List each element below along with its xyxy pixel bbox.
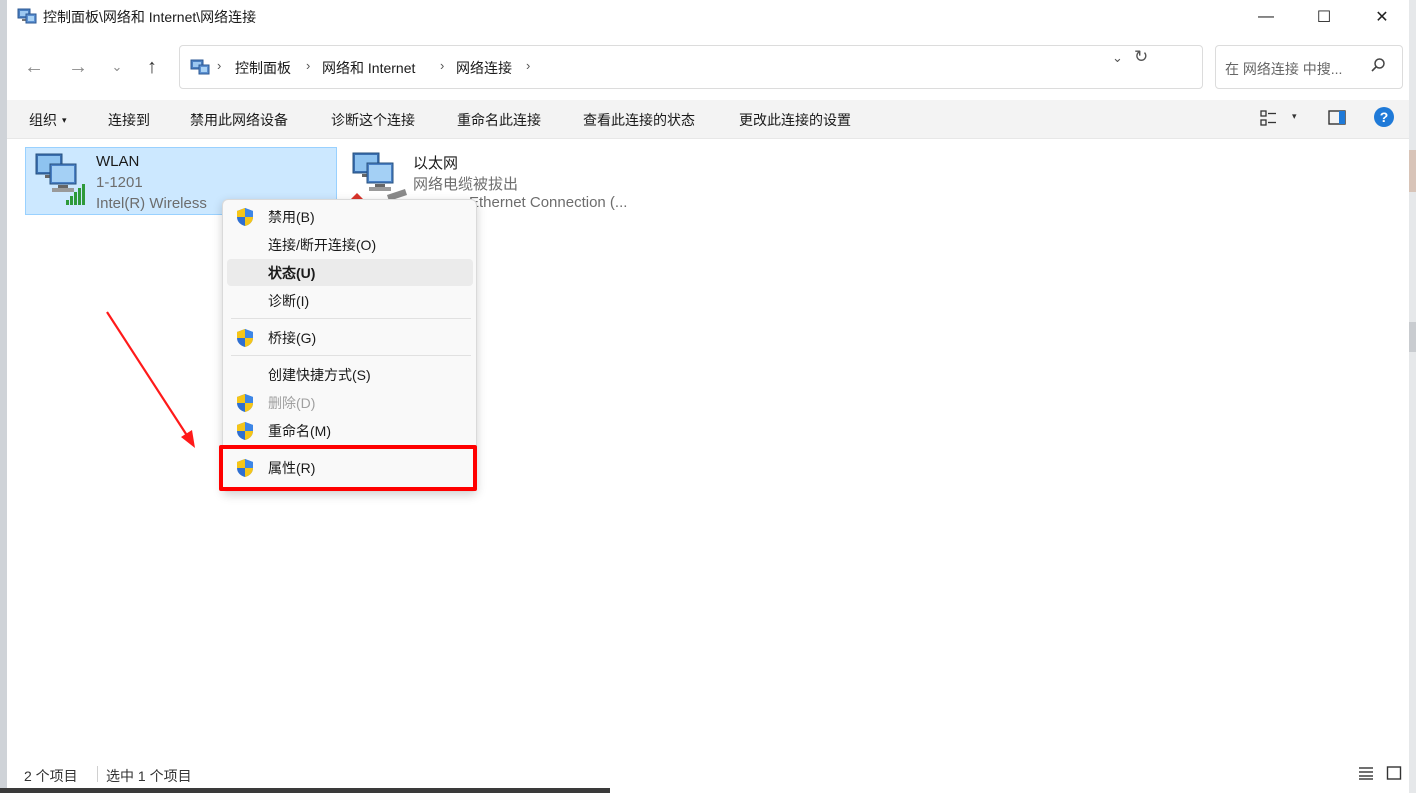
up-button[interactable]: ↑ xyxy=(138,53,166,81)
chevron-down-icon[interactable]: ▾ xyxy=(1292,111,1297,122)
search-icon[interactable] xyxy=(1370,57,1386,73)
desktop-edge-mark xyxy=(1409,322,1416,352)
command-bar: 组织 ▾ 连接到 禁用此网络设备 诊断这个连接 重命名此连接 查看此连接的状态 更… xyxy=(7,100,1409,139)
connection-device: Intel(R) Wireless xyxy=(96,195,207,212)
menu-item-diagnose[interactable]: 诊断(I) xyxy=(227,287,473,314)
close-button[interactable]: ✕ xyxy=(1353,0,1409,33)
chevron-down-icon: ▾ xyxy=(62,115,67,125)
back-button[interactable]: ← xyxy=(20,53,48,81)
selected-count: 选中 1 个项目 xyxy=(106,768,192,784)
network-folder-icon xyxy=(190,59,210,75)
network-folder-icon xyxy=(17,8,37,24)
search-input[interactable]: 在 网络连接 中搜... xyxy=(1215,45,1403,89)
connection-name: 以太网 xyxy=(413,155,459,172)
desktop-edge-mark xyxy=(1409,150,1416,192)
menu-item-create-shortcut[interactable]: 创建快捷方式(S) xyxy=(227,361,473,388)
uac-shield-icon xyxy=(235,328,255,348)
connection-device: Ethernet Connection (... xyxy=(469,194,628,211)
address-dropdown-icon[interactable]: ⌄ xyxy=(1112,50,1123,66)
menu-item-label: 删除(D) xyxy=(268,395,316,411)
menu-item-label: 禁用(B) xyxy=(268,209,315,225)
breadcrumb-network-internet[interactable]: 网络和 Internet xyxy=(322,58,415,78)
refresh-icon[interactable]: ↻ xyxy=(1134,47,1148,67)
breadcrumb-network-connections[interactable]: 网络连接 xyxy=(456,58,512,78)
breadcrumb-separator: › xyxy=(217,58,222,73)
connection-status: 网络电缆被拔出 xyxy=(413,176,519,193)
help-icon[interactable]: ? xyxy=(1374,107,1394,127)
menu-item-disable[interactable]: 禁用(B) xyxy=(227,203,473,230)
menu-item-label: 诊断(I) xyxy=(268,293,310,309)
view-status-button[interactable]: 查看此连接的状态 xyxy=(583,110,695,130)
connections-view: WLAN 1-1201 Intel(R) Wireless 以太网 网络电缆被拔… xyxy=(7,139,1409,754)
rename-connection-button[interactable]: 重命名此连接 xyxy=(457,110,541,130)
status-bar: 2 个项目 选中 1 个项目 xyxy=(7,754,1409,788)
menu-item-rename[interactable]: 重命名(M) xyxy=(227,417,473,444)
menu-item-status[interactable]: 状态(U) xyxy=(227,259,473,286)
forward-button[interactable]: → xyxy=(64,53,92,81)
desktop-edge-left xyxy=(0,0,7,793)
menu-item-label: 创建快捷方式(S) xyxy=(268,367,371,383)
minimize-button[interactable]: — xyxy=(1237,0,1295,33)
maximize-button[interactable]: ☐ xyxy=(1295,0,1353,33)
menu-item-bridge[interactable]: 桥接(G) xyxy=(227,324,473,351)
search-placeholder: 在 网络连接 中搜... xyxy=(1225,61,1343,77)
wifi-network-icon xyxy=(35,153,85,205)
recent-locations-button[interactable]: ⌄ xyxy=(103,53,131,81)
large-icons-view-icon[interactable] xyxy=(1386,766,1402,780)
details-view-icon[interactable] xyxy=(1358,766,1374,780)
annotation-highlight-box xyxy=(219,445,477,491)
menu-item-label: 状态(U) xyxy=(268,265,316,281)
desktop-edge-right xyxy=(1409,0,1416,793)
view-options-icon[interactable] xyxy=(1260,109,1278,127)
address-bar[interactable]: › 控制面板 › 网络和 Internet › 网络连接 › ⌄ ↻ xyxy=(179,45,1203,89)
connect-to-button[interactable]: 连接到 xyxy=(108,110,150,130)
breadcrumb-separator: › xyxy=(306,58,311,73)
organize-button[interactable]: 组织 ▾ xyxy=(29,110,67,130)
menu-item-delete: 删除(D) xyxy=(227,389,473,416)
menu-item-label: 重命名(M) xyxy=(268,423,331,439)
connection-name: WLAN xyxy=(96,153,140,170)
connection-status: 1-1201 xyxy=(96,174,143,191)
menu-item-label: 连接/断开连接(O) xyxy=(268,237,377,253)
item-count: 2 个项目 xyxy=(24,768,78,784)
disable-device-button[interactable]: 禁用此网络设备 xyxy=(190,110,288,130)
menu-item-connect-disconnect[interactable]: 连接/断开连接(O) xyxy=(227,231,473,258)
breadcrumb-separator: › xyxy=(440,58,445,73)
navigation-row: ← → ⌄ ↑ › 控制面板 › 网络和 Internet › 网络连接 › ⌄… xyxy=(7,33,1409,101)
change-settings-button[interactable]: 更改此连接的设置 xyxy=(739,110,851,130)
window-title: 控制面板\网络和 Internet\网络连接 xyxy=(43,9,257,25)
menu-separator xyxy=(231,355,471,356)
preview-pane-icon[interactable] xyxy=(1328,110,1346,125)
breadcrumb-separator: › xyxy=(526,58,531,73)
title-bar: 控制面板\网络和 Internet\网络连接 — ☐ ✕ xyxy=(7,0,1409,33)
menu-item-label: 桥接(G) xyxy=(268,330,317,346)
taskbar-edge xyxy=(0,788,610,793)
uac-shield-icon xyxy=(235,393,255,413)
menu-separator xyxy=(231,318,471,319)
diagnose-button[interactable]: 诊断这个连接 xyxy=(331,110,415,130)
status-divider xyxy=(97,766,98,782)
explorer-window: 控制面板\网络和 Internet\网络连接 — ☐ ✕ ← → ⌄ ↑ › 控… xyxy=(7,0,1409,793)
organize-label: 组织 xyxy=(29,112,57,128)
uac-shield-icon xyxy=(235,207,255,227)
uac-shield-icon xyxy=(235,421,255,441)
breadcrumb-control-panel[interactable]: 控制面板 xyxy=(235,58,291,78)
